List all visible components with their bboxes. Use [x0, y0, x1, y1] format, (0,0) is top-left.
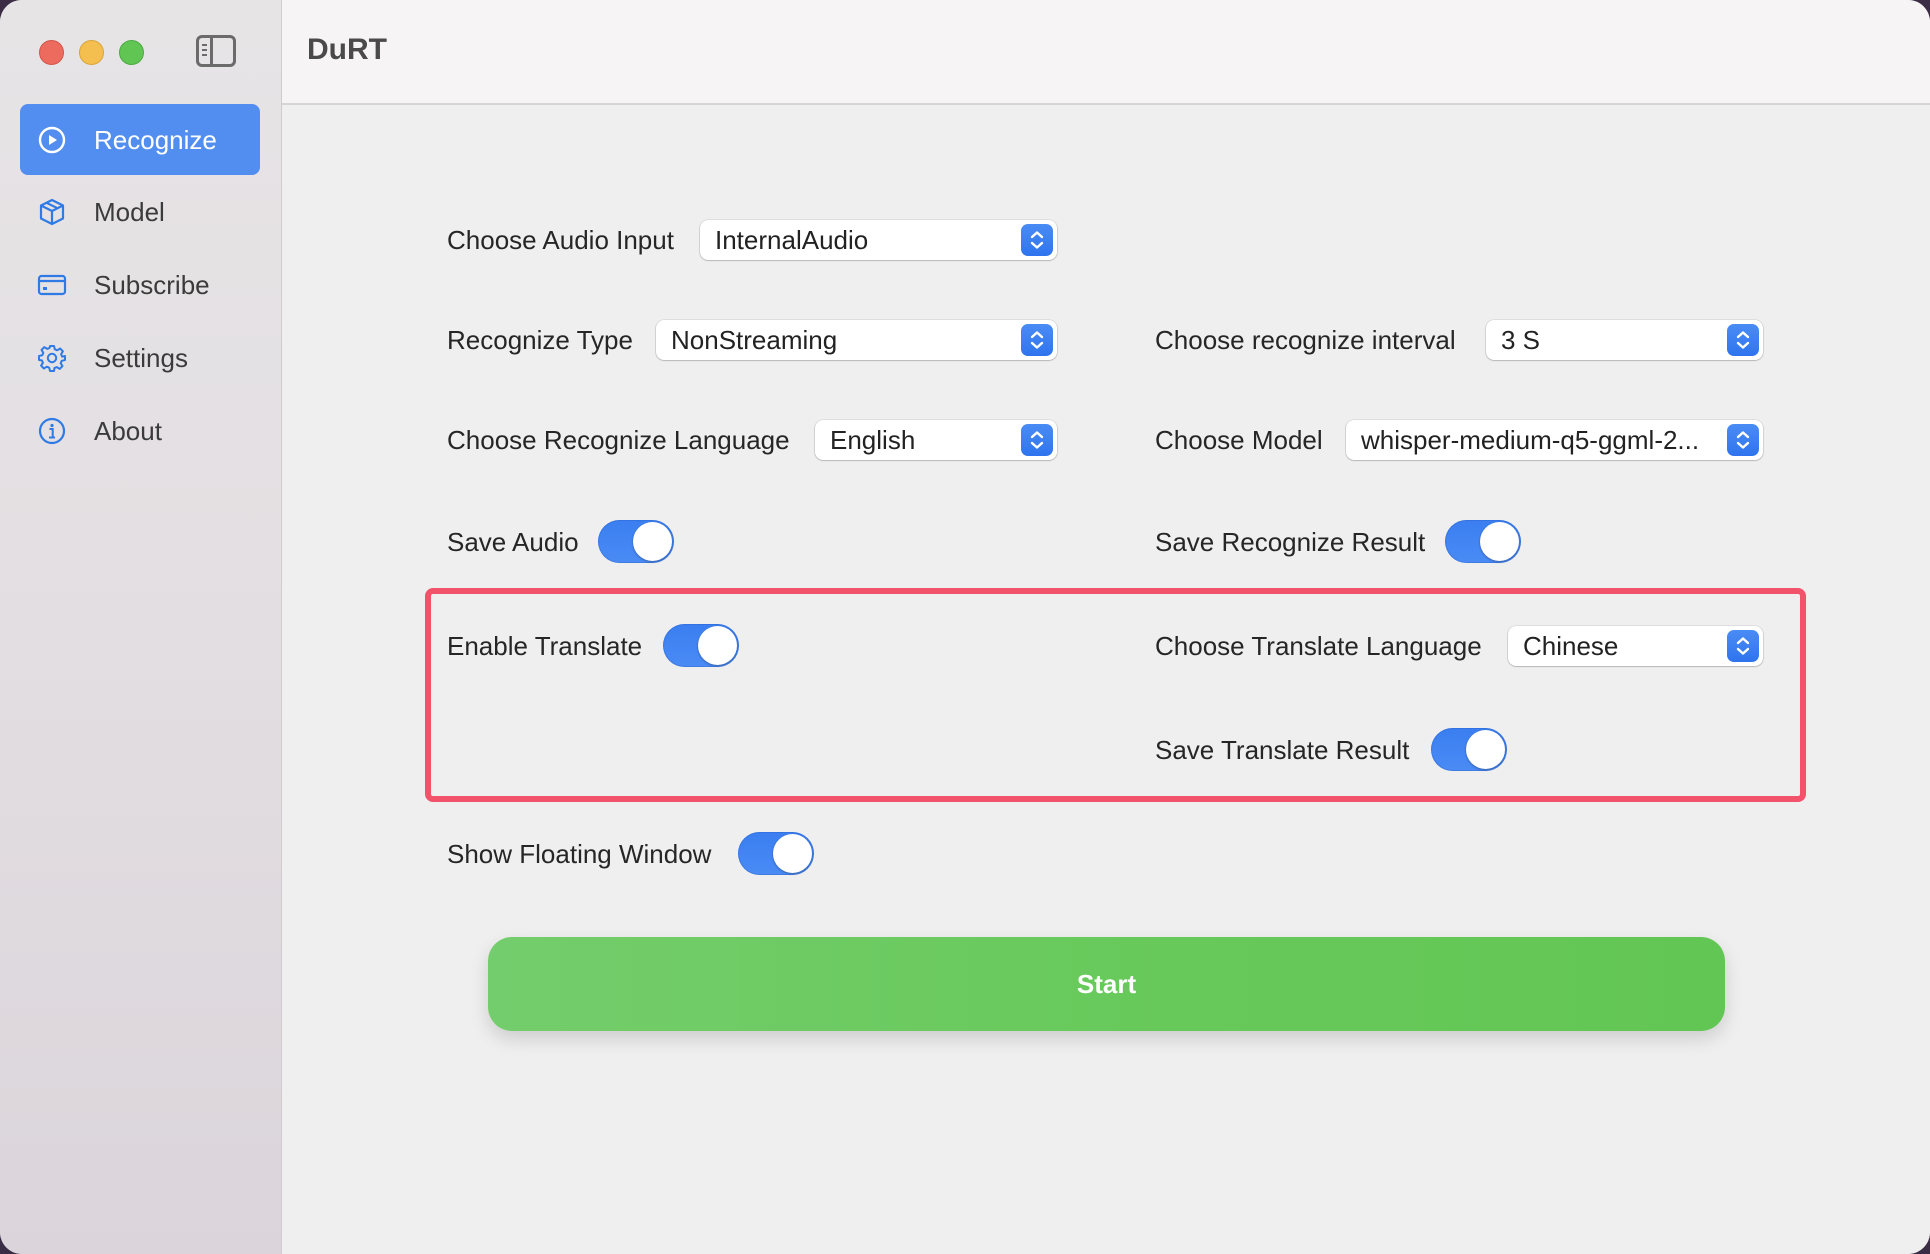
recognize-type-row: Recognize Type NonStreaming — [447, 317, 1057, 363]
enable-translate-row: Enable Translate — [447, 623, 739, 669]
main-content — [282, 105, 1930, 1254]
model-select[interactable]: whisper-medium-q5-ggml-2... — [1346, 420, 1763, 460]
recognize-type-select[interactable]: NonStreaming — [656, 320, 1057, 360]
save-recognize-result-label: Save Recognize Result — [1155, 526, 1426, 557]
save-audio-row: Save Audio — [447, 519, 674, 565]
save-recognize-result-toggle[interactable] — [1445, 520, 1521, 563]
model-value: whisper-medium-q5-ggml-2... — [1361, 425, 1700, 455]
model-label: Choose Model — [1155, 424, 1323, 455]
recognize-language-row: Choose Recognize Language English — [447, 417, 1057, 463]
translate-language-label: Choose Translate Language — [1155, 630, 1482, 661]
chevron-up-down-icon — [1727, 424, 1759, 456]
sidebar-item-label: Subscribe — [94, 270, 210, 300]
app-window: Recognize Model Subscribe Settings About… — [0, 0, 1930, 1254]
save-audio-toggle[interactable] — [598, 520, 674, 563]
translate-language-select[interactable]: Chinese — [1508, 626, 1763, 666]
sidebar-toggle-line — [202, 44, 207, 46]
show-floating-window-row: Show Floating Window — [447, 831, 814, 877]
toggle-knob — [773, 834, 812, 873]
recognize-language-value: English — [830, 425, 916, 455]
recognize-language-select[interactable]: English — [815, 420, 1057, 460]
recognize-interval-value: 3 S — [1501, 325, 1541, 355]
chevron-up-down-icon — [1021, 424, 1053, 456]
save-translate-result-toggle[interactable] — [1431, 728, 1507, 771]
toggle-knob — [1466, 730, 1505, 769]
audio-input-label: Choose Audio Input — [447, 224, 674, 255]
credit-card-icon — [37, 270, 67, 300]
enable-translate-toggle[interactable] — [663, 624, 739, 667]
sidebar: Recognize Model Subscribe Settings About — [0, 0, 282, 1254]
show-floating-window-toggle[interactable] — [738, 832, 814, 875]
recognize-interval-label: Choose recognize interval — [1155, 324, 1456, 355]
start-button[interactable]: Start — [488, 937, 1725, 1031]
sidebar-toggle-icon[interactable] — [196, 35, 236, 67]
sidebar-item-label: Model — [94, 197, 165, 227]
sidebar-toggle-line — [202, 49, 207, 51]
info-circle-icon — [37, 416, 67, 446]
recognize-language-label: Choose Recognize Language — [447, 424, 790, 455]
translate-language-row: Choose Translate Language Chinese — [1155, 623, 1763, 669]
save-recognize-result-row: Save Recognize Result — [1155, 519, 1521, 565]
app-title: DuRT — [307, 33, 387, 66]
sidebar-nav: Recognize Model Subscribe Settings About — [20, 104, 260, 468]
save-translate-result-label: Save Translate Result — [1155, 734, 1410, 765]
sidebar-item-label: About — [94, 416, 162, 446]
title-bar: DuRT — [282, 0, 1930, 105]
cube-icon — [37, 197, 67, 227]
recognize-interval-row: Choose recognize interval 3 S — [1155, 317, 1763, 363]
recognize-interval-select[interactable]: 3 S — [1486, 320, 1763, 360]
model-row: Choose Model whisper-medium-q5-ggml-2... — [1155, 417, 1763, 463]
sidebar-item-subscribe[interactable]: Subscribe — [20, 249, 260, 321]
sidebar-item-recognize[interactable]: Recognize — [20, 104, 260, 175]
sidebar-item-settings[interactable]: Settings — [20, 322, 260, 394]
zoom-window-button[interactable] — [119, 40, 144, 65]
minimize-window-button[interactable] — [79, 40, 104, 65]
chevron-up-down-icon — [1021, 224, 1053, 256]
chevron-up-down-icon — [1727, 324, 1759, 356]
audio-input-value: InternalAudio — [715, 225, 869, 255]
show-floating-window-label: Show Floating Window — [447, 838, 712, 869]
recognize-type-label: Recognize Type — [447, 324, 633, 355]
close-window-button[interactable] — [39, 40, 64, 65]
chevron-up-down-icon — [1021, 324, 1053, 356]
play-circle-icon — [37, 125, 67, 155]
chevron-up-down-icon — [1727, 630, 1759, 662]
audio-input-row: Choose Audio Input InternalAudio — [447, 217, 1057, 263]
enable-translate-label: Enable Translate — [447, 630, 643, 661]
toggle-knob — [1480, 522, 1519, 561]
translate-language-value: Chinese — [1523, 631, 1619, 661]
recognize-type-value: NonStreaming — [671, 325, 838, 355]
save-translate-result-row: Save Translate Result — [1155, 727, 1507, 773]
sidebar-toggle-line — [202, 54, 207, 56]
toggle-knob — [633, 522, 672, 561]
save-audio-label: Save Audio — [447, 526, 579, 557]
sidebar-item-model[interactable]: Model — [20, 176, 260, 248]
sidebar-item-about[interactable]: About — [20, 395, 260, 467]
toggle-knob — [698, 626, 737, 665]
sidebar-item-label: Settings — [94, 343, 188, 373]
gear-icon — [37, 343, 67, 373]
audio-input-select[interactable]: InternalAudio — [700, 220, 1057, 260]
sidebar-item-label: Recognize — [94, 124, 217, 155]
